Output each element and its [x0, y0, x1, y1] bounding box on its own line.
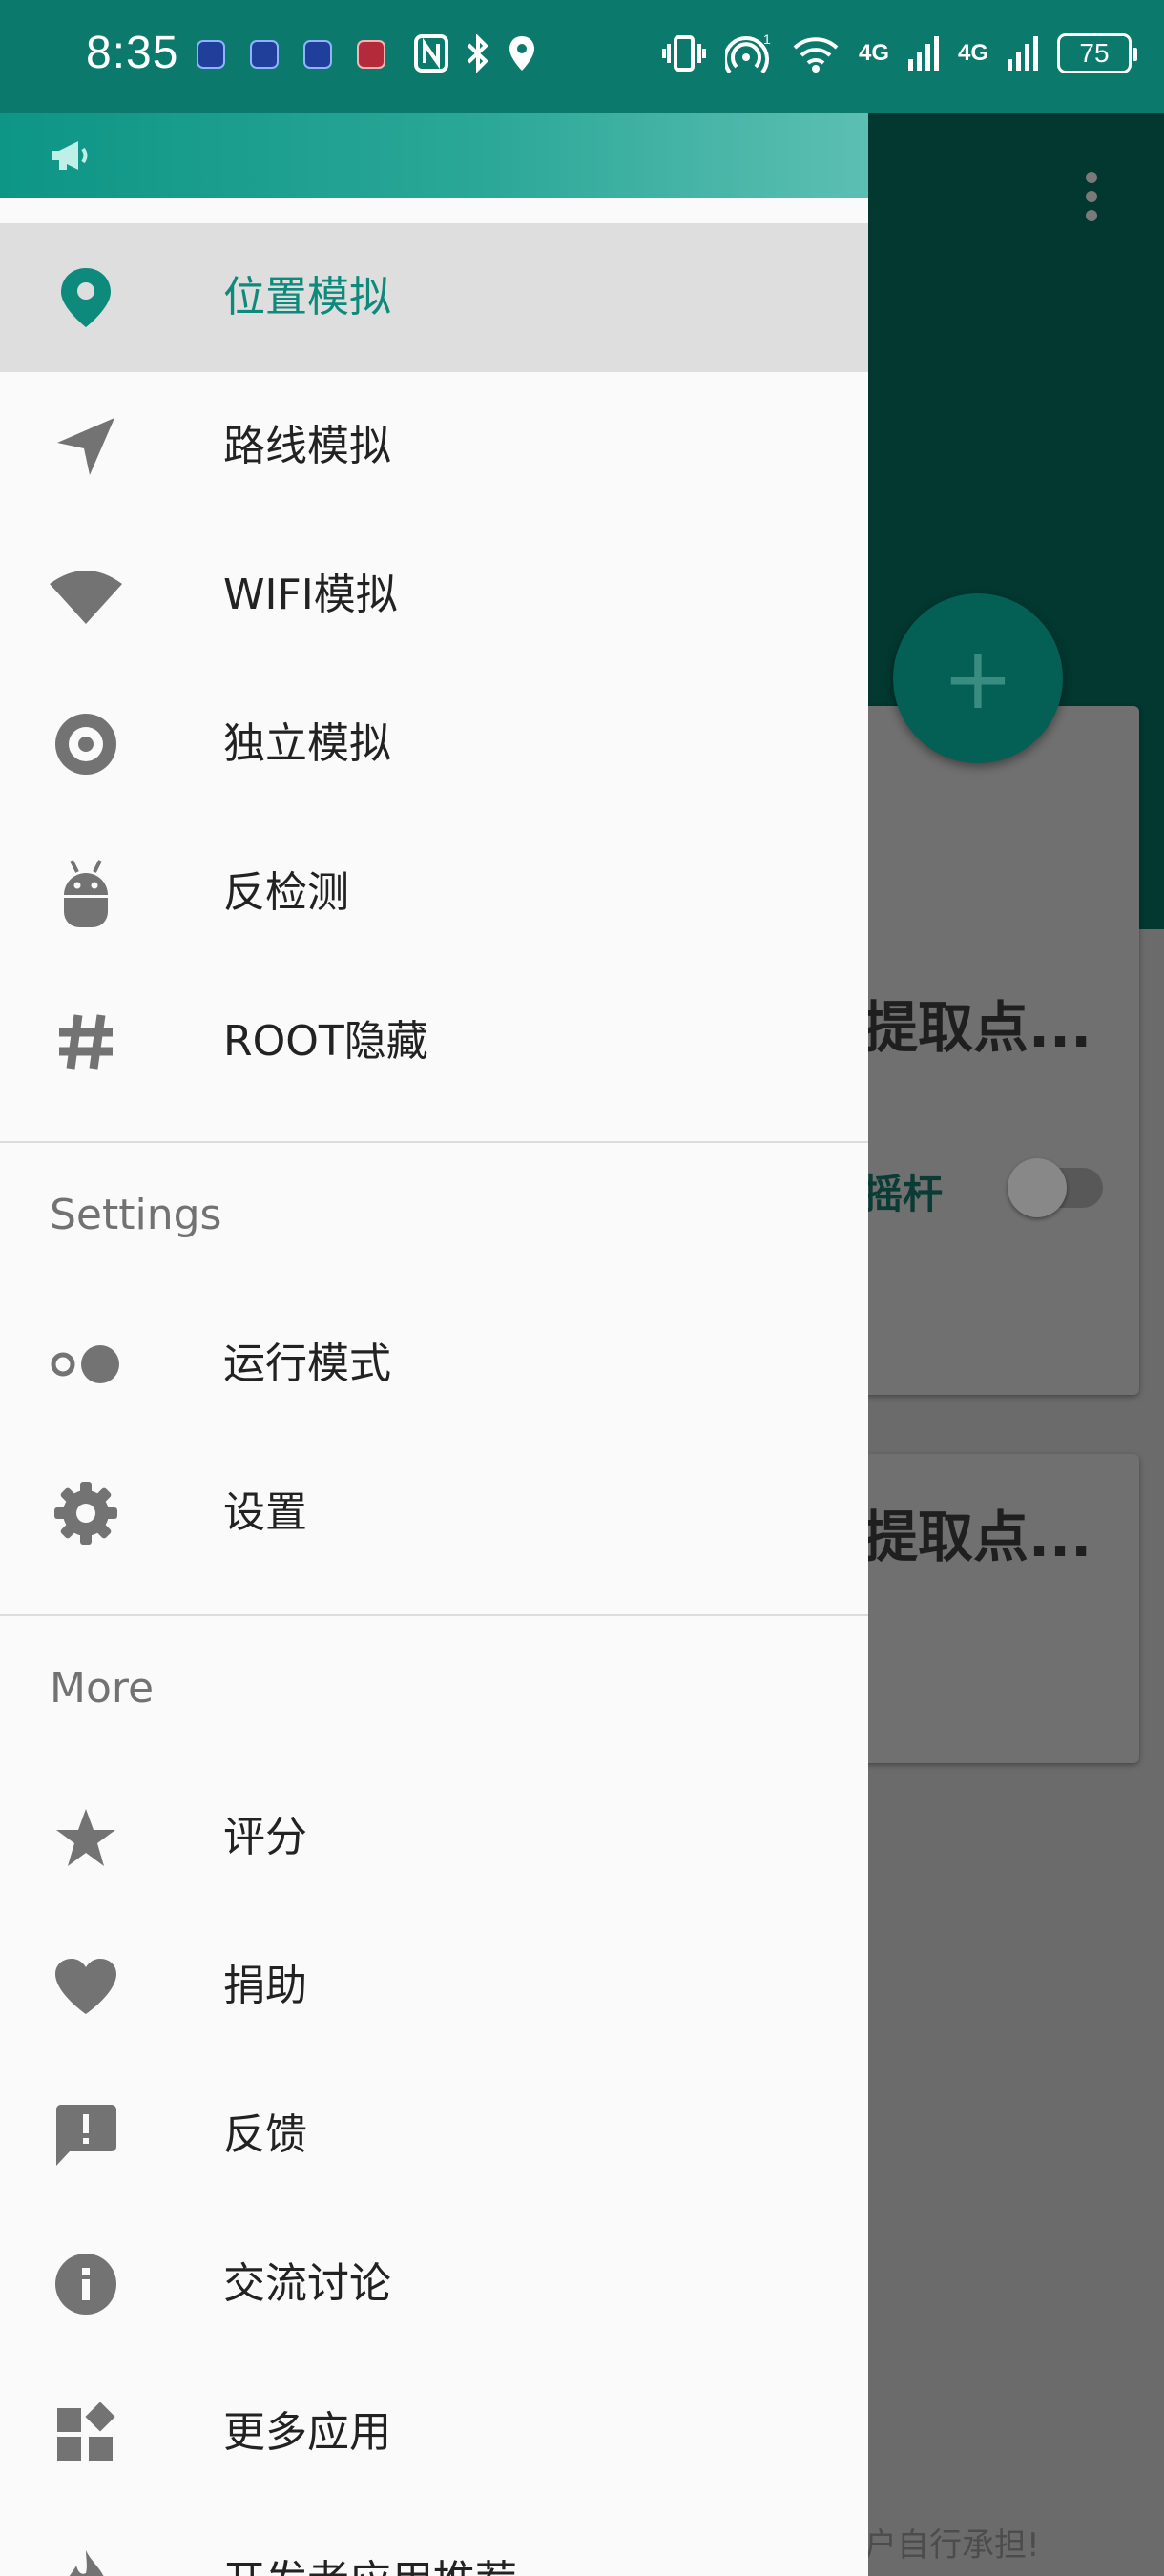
nav-item-label: 反检测	[223, 868, 349, 917]
wifi-icon	[48, 565, 124, 626]
wifi-status-icon	[793, 37, 839, 73]
megaphone-icon[interactable]	[50, 139, 92, 172]
signal-4g-label: 4G	[858, 40, 889, 66]
system-icons-left	[414, 34, 536, 73]
gear-icon	[48, 1482, 124, 1545]
app-notification-icon	[303, 40, 332, 69]
signal-strength-icon	[1008, 36, 1038, 71]
section-title-settings: Settings	[50, 1191, 222, 1239]
android-icon	[48, 860, 124, 927]
card-title: 提取点...	[863, 995, 1092, 1060]
system-icons-right: 1 4G 4G 75	[661, 32, 1137, 74]
nav-item-label: 反馈	[223, 2110, 307, 2159]
battery-indicator: 75	[1057, 33, 1137, 73]
nav-item-label: 交流讨论	[223, 2259, 391, 2308]
nav-item-label: 开发者应用推荐	[223, 2507, 517, 2576]
joystick-toggle-thumb	[1008, 1158, 1067, 1217]
status-time: 8:35	[86, 28, 179, 78]
nav-item-location-simulation[interactable]: 位置模拟	[0, 223, 868, 372]
nav-item-label: 捐助	[223, 1962, 307, 2010]
nav-item-route-simulation[interactable]: 路线模拟	[0, 372, 868, 521]
widgets-icon	[48, 2402, 124, 2463]
nav-item-settings[interactable]: 设置	[0, 1439, 868, 1588]
location-icon	[509, 36, 534, 71]
hotspot-icon: 1	[724, 32, 771, 74]
add-fab: +	[893, 593, 1063, 763]
nav-item-feedback[interactable]: 反馈	[0, 2061, 868, 2210]
joystick-label: 摇杆	[863, 1171, 944, 1217]
info-icon	[48, 2254, 124, 2315]
nav-item-label: 路线模拟	[223, 422, 391, 470]
app-notification-icon	[250, 40, 279, 69]
app-notification-icon	[197, 40, 225, 69]
navigation-drawer: 位置模拟 路线模拟 WIFI模拟 独立模拟 反检测 ROOT隐藏 Setting…	[0, 113, 868, 2576]
navigation-arrow-icon	[48, 416, 124, 477]
footer-disclaimer: 户自行承担!	[864, 2526, 1040, 2565]
nav-item-root-hiding[interactable]: ROOT隐藏	[0, 967, 868, 1116]
overflow-menu-icon	[1086, 172, 1099, 229]
section-divider	[0, 1141, 868, 1143]
nav-item-discussion[interactable]: 交流讨论	[0, 2210, 868, 2358]
drawer-header	[0, 113, 868, 198]
disc-icon	[48, 714, 124, 775]
toggle-dots-icon	[48, 1334, 124, 1395]
bluetooth-icon	[467, 34, 488, 73]
nav-item-anti-detection[interactable]: 反检测	[0, 819, 868, 967]
nav-item-developer-apps[interactable]: 开发者应用推荐	[0, 2507, 868, 2576]
star-icon	[48, 1807, 124, 1868]
hash-icon	[48, 1011, 124, 1072]
status-bar: 8:35 1 4G 4G 75	[0, 0, 1164, 113]
nav-item-run-mode[interactable]: 运行模式	[0, 1290, 868, 1439]
vibrate-icon	[661, 35, 706, 72]
nav-item-rate[interactable]: 评分	[0, 1763, 868, 1912]
card-title: 提取点...	[863, 1505, 1092, 1569]
nav-item-label: 独立模拟	[223, 719, 391, 768]
background-card: 提取点...	[840, 1454, 1139, 1763]
signal-4g-label: 4G	[957, 40, 988, 66]
notification-icons	[197, 40, 385, 69]
nav-item-label: ROOT隐藏	[223, 1017, 428, 1066]
location-pin-icon	[48, 267, 124, 328]
nav-item-wifi-simulation[interactable]: WIFI模拟	[0, 521, 868, 670]
background-card: 提取点... 摇杆	[840, 706, 1139, 1395]
nav-item-label: 运行模式	[223, 1340, 391, 1388]
nav-item-more-apps[interactable]: 更多应用	[0, 2358, 868, 2507]
svg-text:1: 1	[763, 32, 771, 47]
app-notification-icon	[357, 40, 385, 69]
nfc-icon	[414, 34, 448, 73]
feedback-icon	[48, 2105, 124, 2166]
nav-item-independent-simulation[interactable]: 独立模拟	[0, 670, 868, 819]
nav-item-label: 评分	[223, 1813, 307, 1861]
section-title-more: More	[50, 1664, 155, 1713]
nav-item-label: 位置模拟	[223, 273, 391, 322]
fire-icon	[48, 2550, 124, 2576]
nav-item-label: 更多应用	[223, 2408, 391, 2457]
nav-item-donate[interactable]: 捐助	[0, 1912, 868, 2061]
nav-item-label: 设置	[223, 1488, 307, 1537]
signal-strength-icon	[907, 36, 939, 71]
nav-item-label: WIFI模拟	[223, 571, 398, 619]
heart-icon	[48, 1956, 124, 2017]
section-divider	[0, 1614, 868, 1616]
